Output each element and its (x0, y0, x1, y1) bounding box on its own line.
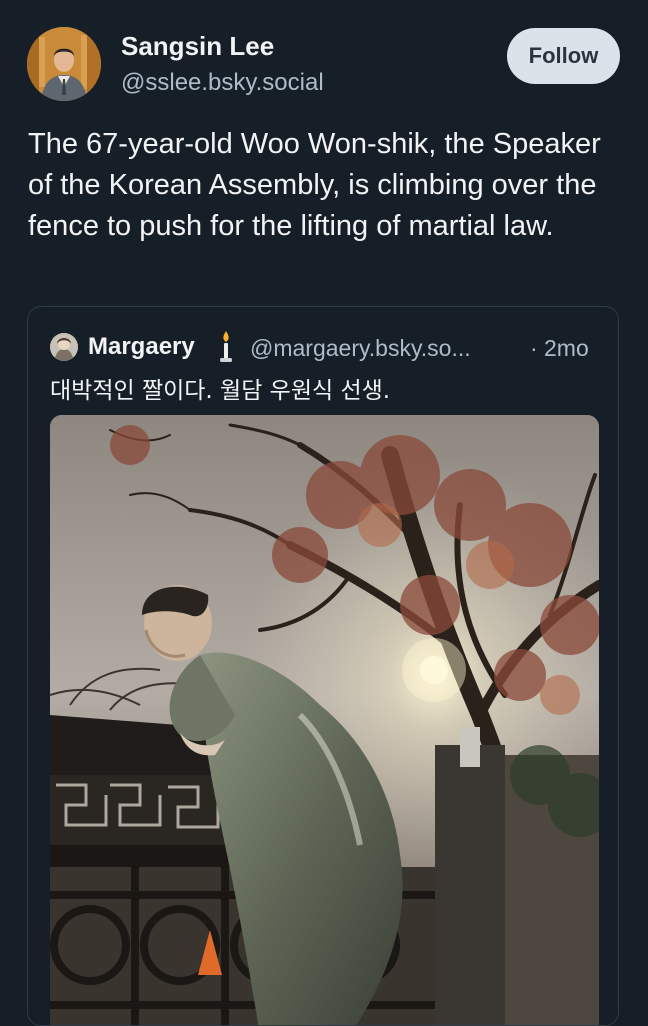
quoted-post-card[interactable]: Margaery @margaery.bsky.so... · 2mo 대박적인… (27, 306, 619, 1026)
quoted-post-timestamp[interactable]: 2mo (544, 335, 589, 362)
quoted-author-display-name[interactable]: Margaery (88, 333, 195, 361)
meta-separator: · (530, 335, 538, 361)
post-container: Sangsin Lee @sslee.bsky.social Follow Th… (0, 0, 648, 1026)
author-display-name[interactable]: Sangsin Lee (121, 31, 274, 62)
quoted-post-text: 대박적인 짤이다. 월담 우원식 선생. (50, 378, 391, 404)
author-avatar[interactable] (27, 27, 101, 101)
candle-icon (213, 329, 239, 363)
author-handle[interactable]: @sslee.bsky.social (121, 69, 324, 97)
post-text: The 67-year-old Woo Won-shik, the Speake… (28, 128, 601, 242)
quoted-post-photo[interactable] (50, 415, 599, 1025)
quoted-author-avatar[interactable] (50, 333, 78, 361)
follow-button[interactable]: Follow (507, 28, 620, 84)
quoted-author-handle[interactable]: @margaery.bsky.so... (250, 335, 471, 362)
